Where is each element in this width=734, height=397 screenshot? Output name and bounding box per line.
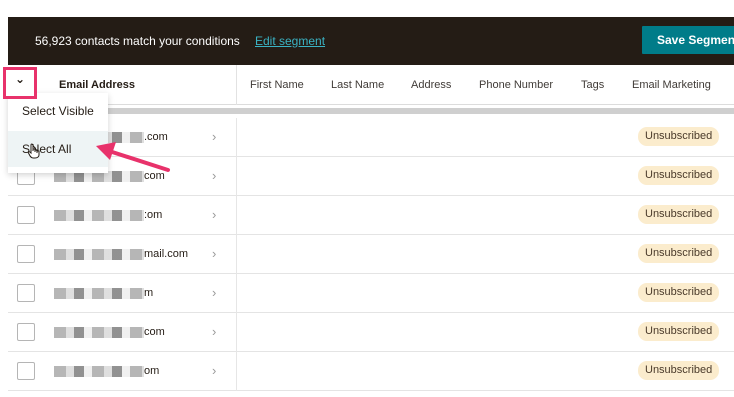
status-badge: Unsubscribed xyxy=(638,166,720,185)
redacted-email xyxy=(54,249,144,260)
column-divider xyxy=(236,196,237,235)
horizontal-scrollbar[interactable] xyxy=(8,108,734,114)
table-row[interactable]: om › Unsubscribed xyxy=(8,352,734,391)
chevron-right-icon[interactable]: › xyxy=(212,285,216,300)
row-checkbox[interactable] xyxy=(17,245,35,263)
column-header-tags[interactable]: Tags xyxy=(581,79,604,91)
status-badge: Unsubscribed xyxy=(638,283,720,302)
table-header: Email Address First Name Last Name Addre… xyxy=(8,65,734,105)
column-header-first-name[interactable]: First Name xyxy=(250,79,304,91)
chevron-right-icon[interactable]: › xyxy=(212,207,216,222)
save-segment-button[interactable]: Save Segment xyxy=(642,26,734,54)
annotation-arrow-icon xyxy=(96,142,170,172)
chevron-right-icon[interactable]: › xyxy=(212,246,216,261)
email-domain: :om xyxy=(144,209,163,221)
redacted-email xyxy=(54,327,144,338)
chevron-right-icon[interactable]: › xyxy=(212,129,216,144)
chevron-right-icon[interactable]: › xyxy=(212,168,216,183)
match-count-text: 56,923 contacts match your conditions xyxy=(35,34,240,48)
select-dropdown-menu: Select Visible Select All xyxy=(8,93,108,173)
status-badge: Unsubscribed xyxy=(638,244,720,263)
column-divider xyxy=(236,352,237,391)
edit-segment-link[interactable]: Edit segment xyxy=(255,34,325,48)
column-divider xyxy=(236,118,237,157)
select-toggle-button[interactable]: ⌄ xyxy=(3,67,37,99)
column-header-phone[interactable]: Phone Number xyxy=(479,79,553,91)
status-badge: Unsubscribed xyxy=(638,205,720,224)
table-row[interactable]: mail.com › Unsubscribed xyxy=(8,235,734,274)
column-divider xyxy=(236,65,237,105)
redacted-email xyxy=(54,366,144,377)
chevron-right-icon[interactable]: › xyxy=(212,363,216,378)
select-all-option[interactable]: Select All xyxy=(8,131,108,167)
redacted-email xyxy=(54,210,144,221)
column-divider xyxy=(236,235,237,274)
column-header-address[interactable]: Address xyxy=(411,79,451,91)
table-row[interactable]: :om › Unsubscribed xyxy=(8,196,734,235)
redacted-email xyxy=(54,288,144,299)
status-badge: Unsubscribed xyxy=(638,322,720,341)
email-domain: com xyxy=(144,326,165,338)
status-badge: Unsubscribed xyxy=(638,127,720,146)
row-checkbox[interactable] xyxy=(17,362,35,380)
hand-cursor-icon xyxy=(28,143,40,159)
email-domain: mail.com xyxy=(144,248,189,260)
column-divider xyxy=(236,274,237,313)
status-badge: Unsubscribed xyxy=(638,361,720,380)
email-domain: m xyxy=(144,287,154,299)
table-row[interactable]: m › Unsubscribed xyxy=(8,274,734,313)
column-header-last-name[interactable]: Last Name xyxy=(331,79,384,91)
segment-toolbar: 56,923 contacts match your conditions Ed… xyxy=(8,17,734,65)
chevron-down-icon: ⌄ xyxy=(15,72,26,86)
table-row[interactable]: com › Unsubscribed xyxy=(8,313,734,352)
row-checkbox[interactable] xyxy=(17,323,35,341)
column-divider xyxy=(236,313,237,352)
chevron-right-icon[interactable]: › xyxy=(212,324,216,339)
row-checkbox[interactable] xyxy=(17,206,35,224)
column-header-email-marketing[interactable]: Email Marketing xyxy=(632,79,711,91)
column-divider xyxy=(236,157,237,196)
row-checkbox[interactable] xyxy=(17,284,35,302)
email-domain: om xyxy=(144,365,160,377)
column-header-email[interactable]: Email Address xyxy=(59,79,135,91)
